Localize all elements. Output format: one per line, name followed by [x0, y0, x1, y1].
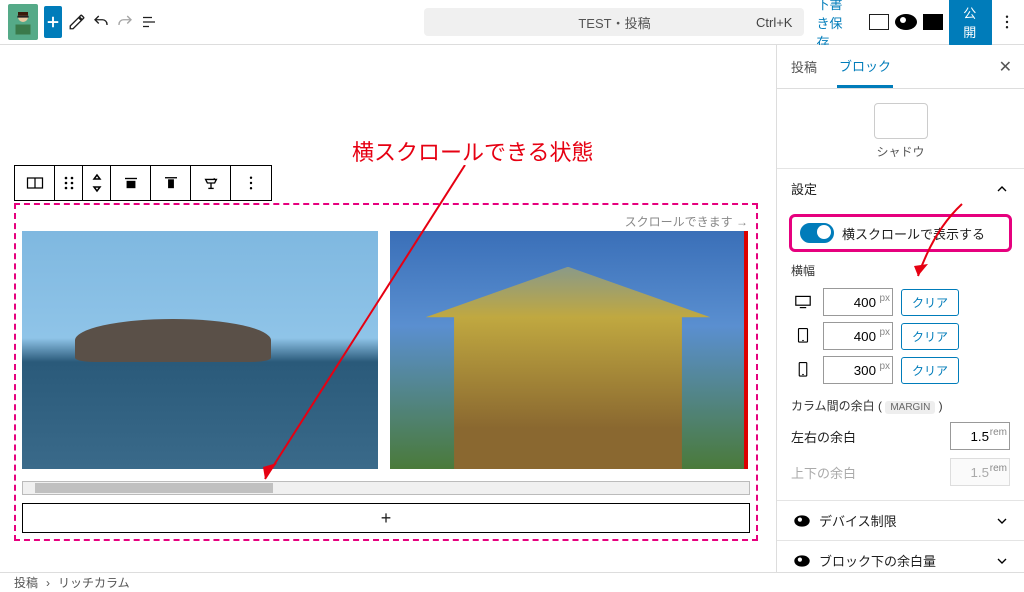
unit-label: px	[879, 293, 890, 304]
drag-handle-icon[interactable]	[55, 166, 83, 200]
lr-margin-row: 左右の余白 rem	[777, 418, 1024, 454]
column-gap-label: カラム間の余白 ( MARGIN )	[777, 387, 1024, 418]
gallery-image-1[interactable]	[22, 231, 378, 469]
block-toolbar	[14, 165, 272, 201]
scrollable-gallery[interactable]	[22, 231, 750, 469]
title-shortcut: Ctrl+K	[756, 15, 792, 30]
tb-margin-row: 上下の余白 rem	[777, 454, 1024, 490]
tab-block[interactable]: ブロック	[837, 46, 893, 88]
tablet-icon	[791, 326, 815, 346]
settings-sidebar: 投稿 ブロック ✕ シャドウ 設定 横スクロールで表示する 横幅 px クリア …	[776, 45, 1024, 572]
gallery-image-2[interactable]	[390, 231, 746, 469]
editor-canvas: 横スクロールできる状態 スクロールできます → +	[0, 45, 776, 572]
chevron-up-icon	[994, 181, 1010, 197]
breadcrumb: 投稿 › リッチカラム	[0, 572, 1024, 592]
append-block-button[interactable]: +	[22, 503, 750, 533]
settings-panel-toggle[interactable]	[923, 6, 943, 38]
valign-button[interactable]	[151, 166, 191, 200]
title-text: TEST・投稿	[578, 13, 650, 32]
edit-mode-button[interactable]	[68, 6, 86, 38]
add-block-button[interactable]	[44, 6, 62, 38]
settings-section-header[interactable]: 設定	[777, 168, 1024, 208]
move-arrows-icon[interactable]	[83, 166, 111, 200]
shadow-label: シャドウ	[876, 143, 924, 160]
publish-button[interactable]: 公開	[949, 0, 992, 47]
horizontal-scrollbar[interactable]	[22, 481, 750, 495]
style-button[interactable]	[191, 166, 231, 200]
clear-desktop-button[interactable]: クリア	[901, 289, 959, 316]
clear-tablet-button[interactable]: クリア	[901, 323, 959, 350]
avatar[interactable]	[8, 4, 38, 40]
bottom-margin-label: ブロック下の余白量	[819, 551, 936, 570]
document-outline-button[interactable]	[140, 6, 158, 38]
scrollbar-thumb[interactable]	[35, 483, 273, 493]
toggle-label: 横スクロールで表示する	[842, 224, 985, 243]
mobile-icon	[791, 360, 815, 380]
width-row-desktop: px クリア	[777, 285, 1024, 319]
width-row-tablet: px クリア	[777, 319, 1024, 353]
align-button[interactable]	[111, 166, 151, 200]
selection-edge	[744, 231, 748, 469]
settings-header-label: 設定	[791, 179, 817, 198]
chevron-down-icon	[994, 553, 1010, 569]
breadcrumb-sep: ›	[46, 576, 50, 590]
width-row-mobile: px クリア	[777, 353, 1024, 387]
block-options-button[interactable]	[231, 166, 271, 200]
tb-margin-label: 上下の余白	[791, 463, 856, 482]
bottom-margin-header[interactable]: ブロック下の余白量	[777, 540, 1024, 572]
columns-block-icon[interactable]	[15, 166, 55, 200]
annotation-text: 横スクロールできる状態	[352, 135, 594, 167]
options-menu[interactable]	[998, 6, 1016, 38]
unit-label: px	[879, 327, 890, 338]
shadow-swatch	[874, 103, 928, 139]
desktop-icon	[791, 292, 815, 312]
width-section-label: 横幅	[777, 262, 1024, 285]
lr-margin-label: 左右の余白	[791, 427, 856, 446]
eye-icon	[794, 555, 809, 566]
shadow-preview[interactable]: シャドウ	[777, 89, 1024, 168]
sidebar-tabs: 投稿 ブロック ✕	[777, 45, 1024, 89]
document-title[interactable]: TEST・投稿 Ctrl+K	[424, 8, 804, 36]
horizontal-scroll-toggle[interactable]	[800, 223, 834, 243]
eye-icon	[794, 515, 809, 526]
horizontal-scroll-toggle-row: 横スクロールで表示する	[789, 214, 1012, 252]
close-sidebar-button[interactable]: ✕	[999, 57, 1012, 77]
redo-button[interactable]	[116, 6, 134, 38]
breadcrumb-root[interactable]: 投稿	[14, 574, 38, 591]
device-limit-header[interactable]: デバイス制限	[777, 500, 1024, 540]
preview-desktop-button[interactable]	[869, 6, 889, 38]
unit-label: px	[879, 361, 890, 372]
tab-post[interactable]: 投稿	[789, 47, 819, 86]
chevron-down-icon	[994, 513, 1010, 529]
breadcrumb-current[interactable]: リッチカラム	[58, 574, 130, 591]
undo-button[interactable]	[92, 6, 110, 38]
save-draft-link[interactable]: 下書き保存	[816, 0, 853, 51]
scroll-hint: スクロールできます →	[625, 213, 748, 230]
editor-topbar: TEST・投稿 Ctrl+K 下書き保存 公開	[0, 0, 1024, 45]
clear-mobile-button[interactable]: クリア	[901, 357, 959, 384]
device-limit-label: デバイス制限	[819, 511, 897, 530]
view-icon[interactable]	[895, 6, 917, 38]
